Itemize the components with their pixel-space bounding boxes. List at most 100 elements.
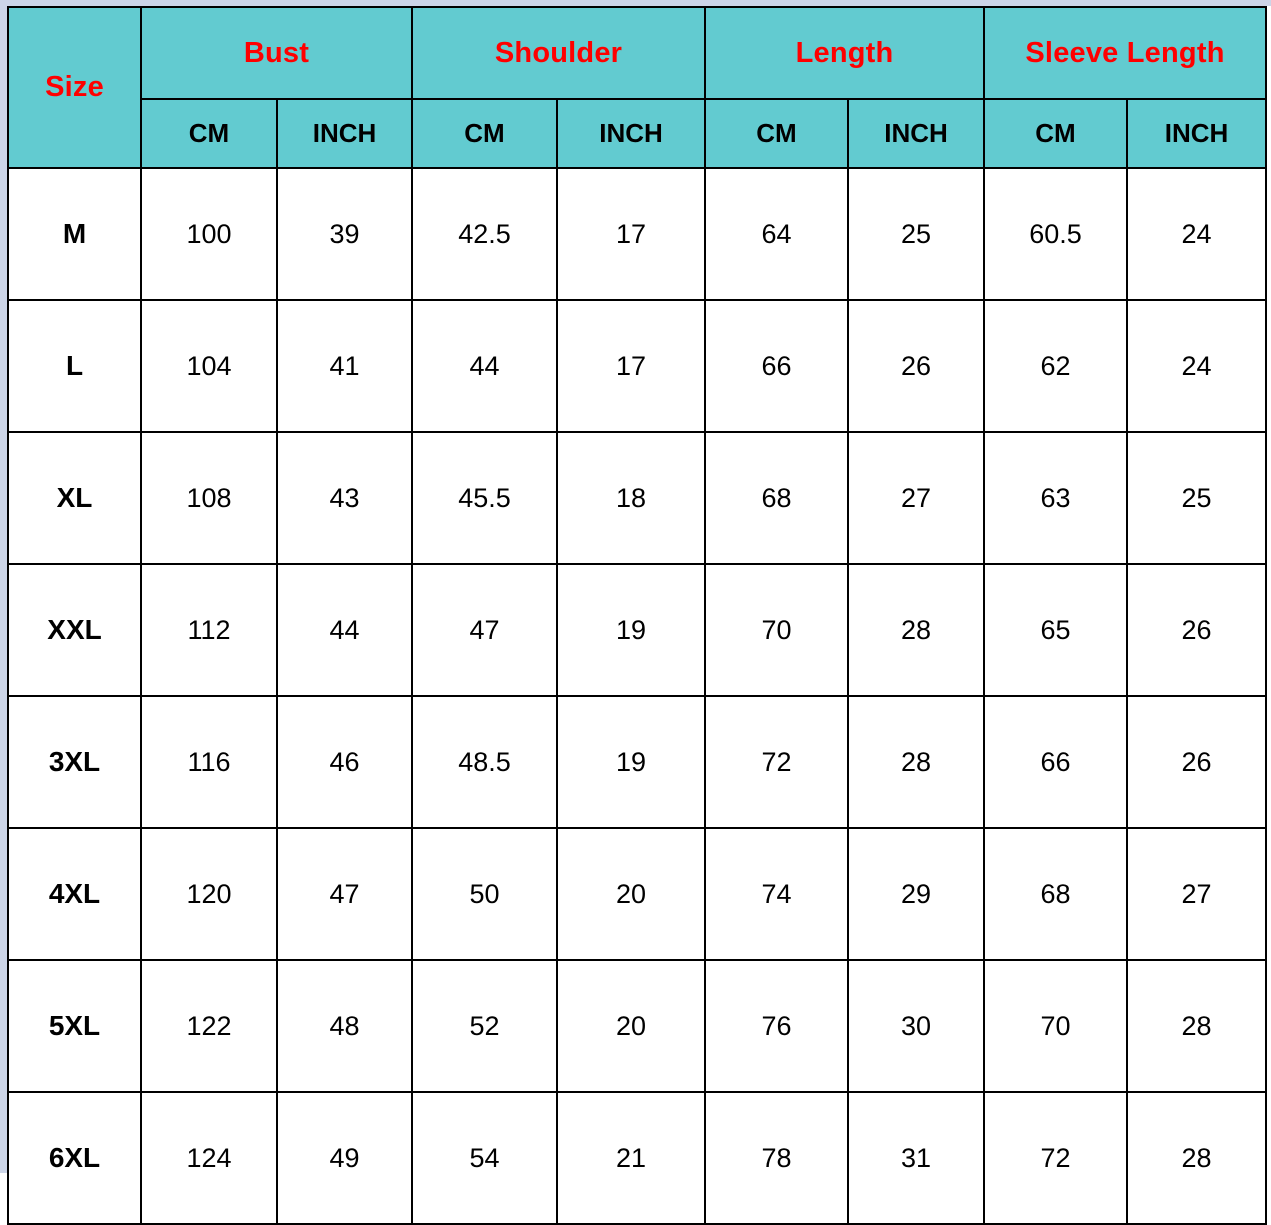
table-row: L 104 41 44 17 66 26 62 24	[7, 299, 1267, 433]
cell-length-cm: 70	[704, 563, 849, 697]
header-shoulder: Shoulder	[411, 6, 706, 100]
cell-sleeve-inch: 28	[1126, 1091, 1267, 1225]
cell-shoulder-inch: 20	[556, 827, 706, 961]
cell-length-inch: 26	[847, 299, 985, 433]
cell-bust-cm: 120	[140, 827, 278, 961]
cell-bust-cm: 104	[140, 299, 278, 433]
cell-sleeve-cm: 66	[983, 695, 1128, 829]
table-head: Size Bust Shoulder Length Sleeve Length …	[7, 6, 1267, 169]
cell-length-cm: 78	[704, 1091, 849, 1225]
cell-sleeve-cm: 65	[983, 563, 1128, 697]
cell-bust-inch: 41	[276, 299, 413, 433]
size-chart-table: Size Bust Shoulder Length Sleeve Length …	[7, 6, 1267, 1225]
cell-length-inch: 29	[847, 827, 985, 961]
cell-sleeve-inch: 26	[1126, 563, 1267, 697]
cell-shoulder-inch: 17	[556, 299, 706, 433]
cell-bust-inch: 46	[276, 695, 413, 829]
header-unit-row: CM INCH CM INCH CM INCH CM INCH	[8, 98, 1267, 169]
cell-sleeve-cm: 72	[983, 1091, 1128, 1225]
size-chart-page: Size Bust Shoulder Length Sleeve Length …	[0, 0, 1271, 1225]
cell-sleeve-inch: 26	[1126, 695, 1267, 829]
cell-size: 3XL	[7, 695, 142, 829]
cell-sleeve-inch: 25	[1126, 431, 1267, 565]
table-row: XL 108 43 45.5 18 68 27 63 25	[7, 431, 1267, 565]
header-sleeve-length: Sleeve Length	[983, 6, 1267, 100]
table-row: 5XL 122 48 52 20 76 30 70 28	[7, 959, 1267, 1093]
cell-sleeve-cm: 70	[983, 959, 1128, 1093]
header-unit-shoulder-inch: INCH	[556, 98, 706, 169]
cell-bust-cm: 116	[140, 695, 278, 829]
cell-length-inch: 31	[847, 1091, 985, 1225]
cell-size: 6XL	[7, 1091, 142, 1225]
cell-shoulder-inch: 21	[556, 1091, 706, 1225]
cell-length-inch: 30	[847, 959, 985, 1093]
cell-shoulder-cm: 50	[411, 827, 558, 961]
cell-sleeve-cm: 60.5	[983, 167, 1128, 301]
cell-sleeve-cm: 68	[983, 827, 1128, 961]
size-chart-table-wrapper: Size Bust Shoulder Length Sleeve Length …	[7, 6, 1267, 1225]
cell-size: XXL	[7, 563, 142, 697]
header-unit-bust-inch: INCH	[276, 98, 413, 169]
cell-shoulder-cm: 48.5	[411, 695, 558, 829]
cell-size: 4XL	[7, 827, 142, 961]
header-length: Length	[704, 6, 985, 100]
cell-shoulder-inch: 19	[556, 563, 706, 697]
cell-size: 5XL	[7, 959, 142, 1093]
cell-shoulder-cm: 52	[411, 959, 558, 1093]
cell-length-inch: 28	[847, 695, 985, 829]
cell-length-cm: 64	[704, 167, 849, 301]
cell-bust-cm: 112	[140, 563, 278, 697]
cell-shoulder-cm: 44	[411, 299, 558, 433]
cell-length-cm: 68	[704, 431, 849, 565]
cell-sleeve-inch: 28	[1126, 959, 1267, 1093]
cell-bust-cm: 124	[140, 1091, 278, 1225]
cell-size: XL	[7, 431, 142, 565]
cell-bust-inch: 43	[276, 431, 413, 565]
cell-length-cm: 72	[704, 695, 849, 829]
header-group-row: Size Bust Shoulder Length Sleeve Length	[7, 6, 1267, 169]
cell-length-cm: 66	[704, 299, 849, 433]
cell-length-inch: 27	[847, 431, 985, 565]
header-unit-sleeve-cm: CM	[983, 98, 1128, 169]
cell-bust-inch: 39	[276, 167, 413, 301]
header-size: Size	[7, 6, 142, 169]
table-row: XXL 112 44 47 19 70 28 65 26	[7, 563, 1267, 697]
header-unit-sleeve-inch: INCH	[1126, 98, 1267, 169]
cell-sleeve-inch: 24	[1126, 167, 1267, 301]
cell-bust-inch: 48	[276, 959, 413, 1093]
table-row: 3XL 116 46 48.5 19 72 28 66 26	[7, 695, 1267, 829]
header-unit-bust-cm: CM	[140, 98, 278, 169]
header-unit-length-inch: INCH	[847, 98, 985, 169]
cell-shoulder-inch: 20	[556, 959, 706, 1093]
cell-bust-inch: 49	[276, 1091, 413, 1225]
cell-shoulder-inch: 17	[556, 167, 706, 301]
cell-sleeve-inch: 24	[1126, 299, 1267, 433]
cell-shoulder-inch: 19	[556, 695, 706, 829]
header-bust: Bust	[140, 6, 413, 100]
table-row: 6XL 124 49 54 21 78 31 72 28	[7, 1091, 1267, 1225]
cell-shoulder-cm: 42.5	[411, 167, 558, 301]
table-body: M 100 39 42.5 17 64 25 60.5 24 L 104 41 44 17 66 26 62 24…	[7, 167, 1267, 1225]
cell-shoulder-inch: 18	[556, 431, 706, 565]
table-row: 4XL 120 47 50 20 74 29 68 27	[7, 827, 1267, 961]
cell-length-cm: 74	[704, 827, 849, 961]
cell-bust-cm: 100	[140, 167, 278, 301]
header-unit-length-cm: CM	[704, 98, 849, 169]
header-unit-shoulder-cm: CM	[411, 98, 558, 169]
cell-sleeve-cm: 62	[983, 299, 1128, 433]
cell-sleeve-inch: 27	[1126, 827, 1267, 961]
cell-length-inch: 25	[847, 167, 985, 301]
cell-size: M	[7, 167, 142, 301]
cell-bust-cm: 122	[140, 959, 278, 1093]
cell-length-inch: 28	[847, 563, 985, 697]
cell-bust-inch: 47	[276, 827, 413, 961]
cell-shoulder-cm: 54	[411, 1091, 558, 1225]
cell-bust-cm: 108	[140, 431, 278, 565]
cell-length-cm: 76	[704, 959, 849, 1093]
page-left-gutter	[0, 0, 7, 1173]
cell-sleeve-cm: 63	[983, 431, 1128, 565]
cell-shoulder-cm: 47	[411, 563, 558, 697]
cell-shoulder-cm: 45.5	[411, 431, 558, 565]
table-row: M 100 39 42.5 17 64 25 60.5 24	[7, 167, 1267, 301]
cell-size: L	[7, 299, 142, 433]
